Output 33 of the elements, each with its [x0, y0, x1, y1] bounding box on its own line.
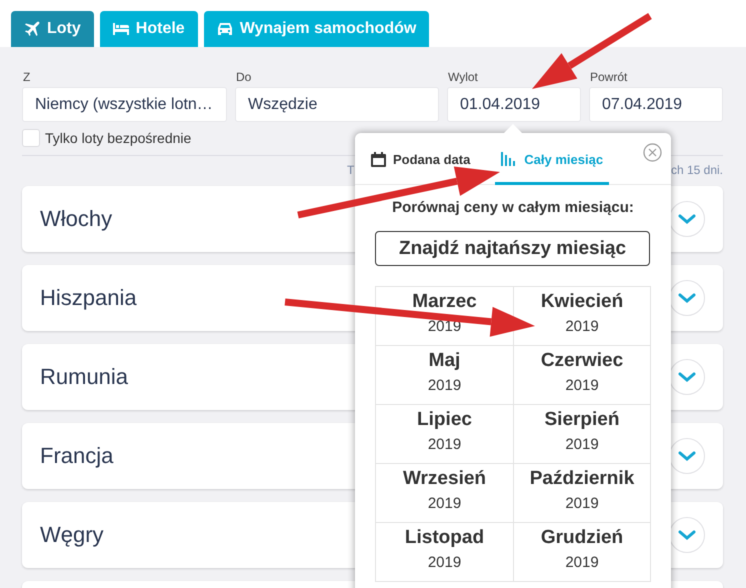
country-name: Włochy: [40, 206, 112, 232]
month-year: 2019: [428, 377, 462, 394]
month-name: Wrzesień: [402, 468, 486, 490]
field-label: Powrót: [589, 70, 628, 86]
country-name: Hiszpania: [40, 285, 137, 311]
month-name: Czerwiec: [540, 350, 624, 372]
field-label: Wylot: [447, 70, 479, 86]
month-year: 2019: [428, 495, 462, 512]
month-year: 2019: [565, 495, 599, 512]
country-name: Francja: [40, 443, 114, 469]
month-name: Lipiec: [417, 409, 472, 431]
month-year: 2019: [565, 318, 599, 335]
month-name: Październik: [530, 468, 634, 490]
month-name: Listopad: [404, 527, 484, 549]
month-name: Sierpień: [544, 409, 620, 431]
month-name: Grudzień: [540, 527, 624, 549]
month-year: 2019: [428, 318, 462, 335]
month-name: Maj: [428, 350, 460, 372]
country-name: Węgry: [40, 522, 104, 548]
month-year: 2019: [565, 436, 599, 453]
hint-text: ch 15 dni.: [670, 163, 723, 177]
checkbox-label: Tylko loty bezpośrednie: [45, 130, 192, 146]
month-year: 2019: [428, 436, 462, 453]
month-name: Kwiecień: [540, 291, 624, 313]
field-label: Do: [235, 70, 252, 86]
country-name: Rumunia: [40, 364, 128, 390]
month-year: 2019: [428, 554, 462, 571]
prompt-text: Porównaj ceny w całym miesiącu:: [391, 199, 635, 216]
month-year: 2019: [565, 377, 599, 394]
hint-text: T: [347, 163, 354, 177]
month-year: 2019: [565, 554, 599, 571]
field-label: Z: [22, 70, 32, 86]
month-name: Marzec: [412, 291, 477, 313]
